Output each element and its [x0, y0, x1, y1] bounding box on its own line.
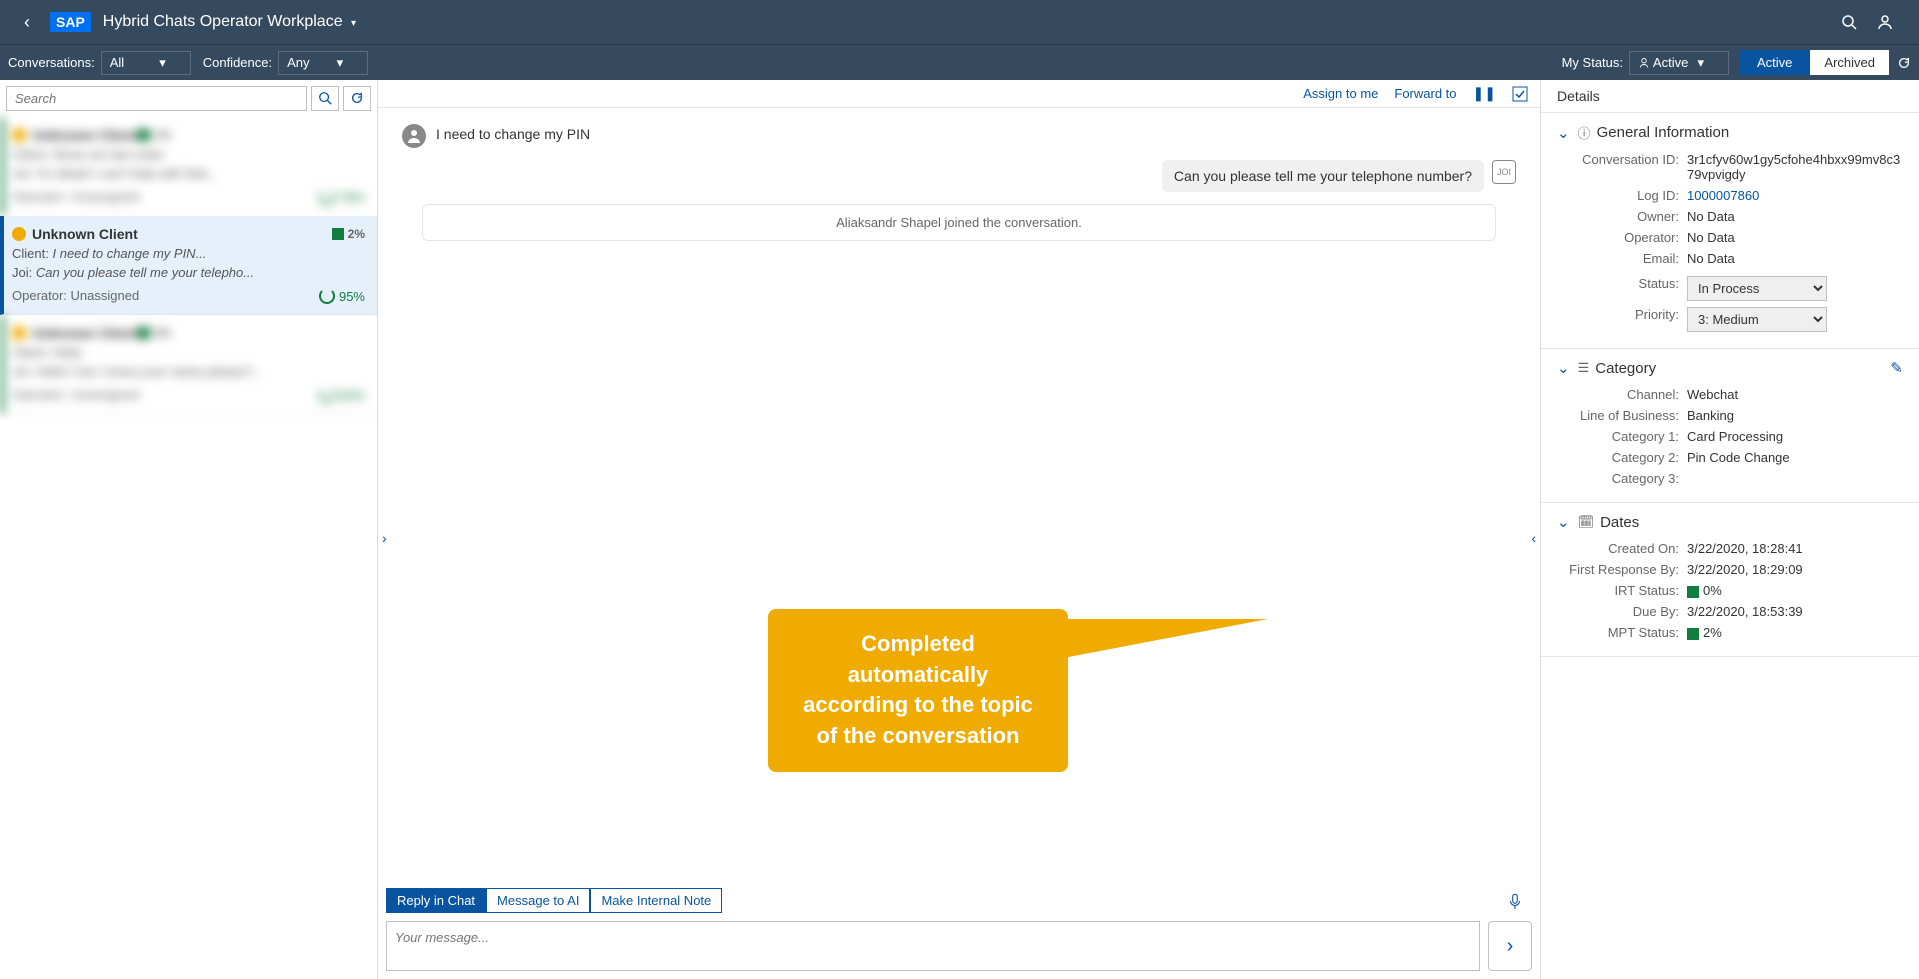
client-avatar-icon [402, 124, 426, 148]
pause-icon[interactable]: ❚❚ [1473, 85, 1496, 102]
log-id-link[interactable]: 1000007860 [1687, 188, 1903, 203]
chevron-down-icon[interactable]: ⌄ [1557, 513, 1570, 531]
conversations-filter[interactable]: All ▾ [101, 51, 191, 75]
reply-tab-chat[interactable]: Reply in Chat [386, 888, 486, 913]
details-panel: Details ⌄ ⓘ General Information Conversa… [1541, 80, 1919, 979]
send-button[interactable]: › [1488, 921, 1532, 971]
header-bar: ‹ SAP Hybrid Chats Operator Workplace ▾ [0, 0, 1919, 44]
search-button[interactable] [311, 86, 339, 111]
reply-tab-ai[interactable]: Message to AI [486, 888, 590, 913]
chevron-down-icon[interactable]: ⌄ [1557, 359, 1570, 377]
microphone-icon[interactable] [1506, 892, 1532, 910]
status-select[interactable]: In Process [1687, 276, 1827, 301]
client-message: I need to change my PIN [436, 124, 590, 148]
chat-icon [12, 227, 26, 241]
bot-avatar-icon: JOI [1492, 160, 1516, 184]
reply-tab-note[interactable]: Make Internal Note [590, 888, 722, 913]
app-title[interactable]: Hybrid Chats Operator Workplace ▾ [103, 13, 356, 31]
refresh-icon[interactable] [1897, 56, 1911, 70]
sap-logo: SAP [50, 12, 91, 32]
assign-to-me-link[interactable]: Assign to me [1303, 86, 1378, 101]
back-button[interactable]: ‹ [16, 12, 38, 33]
annotation-callout: Completed automatically according to the… [768, 609, 1068, 772]
conversations-label: Conversations: [8, 55, 95, 70]
tab-active[interactable]: Active [1739, 50, 1810, 75]
my-status-label: My Status: [1562, 55, 1623, 70]
refresh-button[interactable] [343, 86, 371, 111]
progress-indicator: 95% [319, 288, 365, 304]
priority-select[interactable]: 3: Medium [1687, 307, 1827, 332]
bot-message: Can you please tell me your telephone nu… [1162, 160, 1484, 192]
conversation-title: Unknown Client [32, 226, 138, 242]
info-icon: ⓘ [1578, 123, 1591, 142]
calendar-icon: 🗓 [1578, 514, 1595, 530]
chat-panel: Assign to me Forward to ❚❚ › ‹ I need to… [378, 80, 1541, 979]
list-item[interactable]: Unknown Client1% Client: Show me last or… [0, 117, 377, 216]
chevron-down-icon: ▾ [351, 18, 356, 29]
search-input[interactable] [6, 86, 307, 111]
edit-icon[interactable]: ✎ [1890, 359, 1903, 377]
search-icon[interactable] [1841, 14, 1857, 30]
list-icon: ☰ [1578, 360, 1590, 376]
conversation-list-panel: Unknown Client1% Client: Show me last or… [0, 80, 378, 979]
check-icon[interactable] [1512, 86, 1528, 102]
section-title-general: General Information [1597, 124, 1730, 141]
forward-to-link[interactable]: Forward to [1394, 86, 1456, 101]
list-item[interactable]: Unknown Client3% Client: Hello Joi: Hell… [0, 315, 377, 414]
system-message: Aliaksandr Shapel joined the conversatio… [422, 204, 1496, 241]
user-icon[interactable] [1877, 14, 1893, 30]
chevron-down-icon[interactable]: ⌄ [1557, 124, 1570, 142]
details-title: Details [1541, 80, 1919, 113]
reply-input[interactable] [386, 921, 1480, 971]
subheader-bar: Conversations: All ▾ Confidence: Any ▾ M… [0, 44, 1919, 80]
conversation-id: 3r1cfyv60w1gy5cfohe4hbxx99mv8c379vpvigdy [1687, 152, 1903, 182]
confidence-filter[interactable]: Any ▾ [278, 51, 368, 75]
my-status-select[interactable]: Active ▾ [1629, 51, 1729, 75]
section-title-dates: Dates [1600, 514, 1639, 531]
confidence-badge: 2% [332, 227, 365, 241]
list-item-selected[interactable]: Unknown Client 2% Client: I need to chan… [0, 216, 377, 315]
confidence-label: Confidence: [203, 55, 272, 70]
section-title-category: Category [1595, 360, 1656, 377]
tab-archived[interactable]: Archived [1810, 50, 1889, 75]
